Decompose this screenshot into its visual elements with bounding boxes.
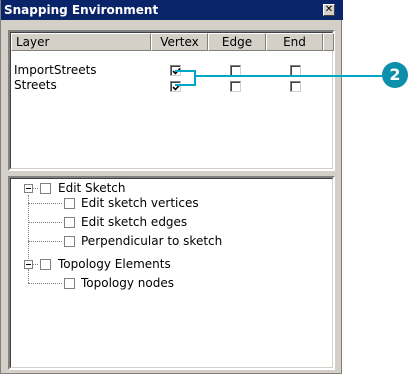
item-checkbox[interactable] (64, 198, 75, 209)
group-checkbox[interactable] (40, 259, 51, 270)
collapse-toggle[interactable] (24, 184, 33, 193)
callout-leader (195, 75, 383, 77)
group-label: Edit Sketch (58, 181, 126, 195)
tree-connector (28, 241, 62, 242)
layer-name: Streets (14, 78, 57, 92)
item-label: Edit sketch edges (81, 215, 188, 229)
callout-number-badge: 2 (382, 62, 408, 88)
callout-bracket (175, 84, 195, 86)
item-label: Edit sketch vertices (81, 196, 199, 210)
group-checkbox[interactable] (40, 183, 51, 194)
window-title: Snapping Environment (4, 3, 159, 17)
snapping-environment-window: Snapping Environment ✕ Layer Vertex Edge… (0, 0, 343, 374)
end-checkbox[interactable] (290, 81, 301, 92)
tree-connector (28, 222, 62, 223)
tree-connector (33, 264, 38, 265)
collapse-toggle[interactable] (24, 260, 33, 269)
close-icon: ✕ (324, 4, 334, 15)
tree-connector (33, 188, 38, 189)
title-bar: Snapping Environment ✕ (1, 0, 343, 20)
item-checkbox[interactable] (64, 236, 75, 247)
column-header-edge[interactable]: Edge (208, 33, 266, 51)
column-header-layer[interactable]: Layer (11, 33, 151, 51)
tree-connector (28, 203, 62, 204)
close-button[interactable]: ✕ (323, 4, 335, 16)
layer-name: ImportStreets (14, 63, 97, 77)
vertex-checkbox[interactable] (170, 81, 181, 92)
tree-connector (28, 269, 29, 283)
item-label: Perpendicular to sketch (81, 234, 223, 248)
group-label: Topology Elements (58, 257, 171, 271)
item-label: Topology nodes (81, 276, 174, 290)
item-checkbox[interactable] (64, 278, 75, 289)
column-header-vertex[interactable]: Vertex (151, 33, 208, 51)
tree-connector (28, 195, 29, 263)
layer-snapping-table: Layer Vertex Edge End ImportStreets Stre… (8, 30, 335, 171)
callout-bracket (175, 70, 195, 72)
column-header-end[interactable]: End (266, 33, 323, 51)
sketch-snapping-tree: Edit Sketch Edit sketch vertices Edit sk… (8, 176, 335, 370)
column-header-filler (323, 33, 334, 51)
item-checkbox[interactable] (64, 217, 75, 228)
tree-connector (28, 283, 62, 284)
edge-checkbox[interactable] (230, 81, 241, 92)
